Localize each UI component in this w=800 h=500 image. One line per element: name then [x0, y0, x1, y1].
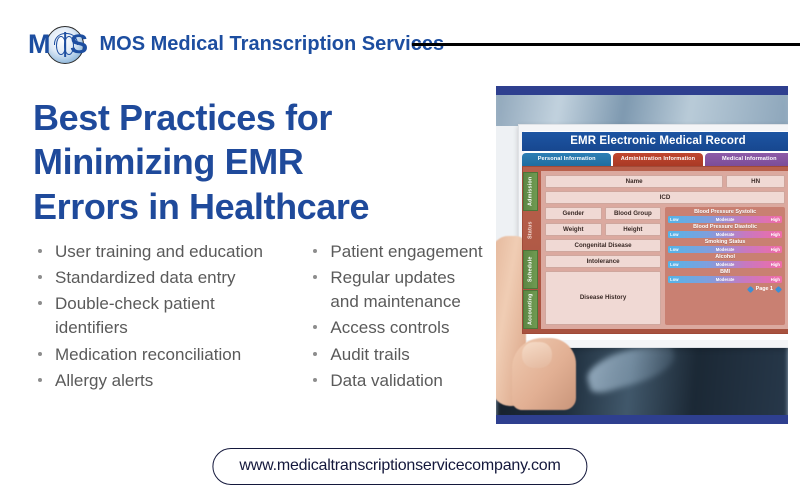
field-hn[interactable]: HN	[726, 175, 785, 188]
emr-tab-bar: Personal Information Administration Info…	[522, 153, 788, 166]
scale-low: Low	[670, 247, 679, 252]
website-url-pill[interactable]: www.medicaltranscriptionservicecompany.c…	[212, 448, 588, 485]
field-disease-history[interactable]: Disease History	[545, 271, 662, 325]
slider-bp-diastolic[interactable]: Low Moderate High	[668, 231, 782, 238]
scale-moderate: Moderate	[715, 277, 735, 282]
field-intolerance[interactable]: Intolerance	[545, 255, 662, 268]
emr-side-tab-bar: Admission Status Schedule Accounting	[523, 171, 538, 329]
gender-bloodgroup-row: Gender Blood Group	[545, 207, 662, 220]
list-item: Audit trails	[308, 343, 488, 367]
prev-page-icon[interactable]	[746, 285, 754, 293]
emr-application: EMR Electronic Medical Record Personal I…	[522, 132, 788, 336]
title-line-2: Minimizing EMR	[33, 141, 304, 183]
slider-label: Blood Pressure Diastolic	[693, 224, 757, 230]
tab-personal-information[interactable]: Personal Information	[522, 153, 612, 166]
slider-group-smoking: Smoking Status Low Moderate High	[668, 239, 782, 253]
logo-mark: M S	[28, 25, 88, 64]
scale-high: High	[770, 217, 780, 222]
slider-label: Blood Pressure Systolic	[694, 209, 757, 215]
weight-height-row: Weight Height	[545, 223, 662, 236]
list-item: Standardized data entry	[33, 266, 290, 290]
list-item: Medication reconciliation	[33, 343, 290, 367]
bullet-list-right: Patient engagement Regular updates and m…	[308, 240, 488, 393]
logo-letter-s: S	[70, 28, 88, 59]
scale-high: High	[770, 247, 780, 252]
title-line-3: Errors in Healthcare	[33, 185, 370, 227]
side-tab-accounting[interactable]: Accounting	[523, 290, 538, 329]
slider-label: Smoking Status	[704, 239, 746, 245]
photo-top-border	[496, 86, 788, 95]
photo-bottom-border	[496, 415, 788, 424]
tab-medical-information[interactable]: Medical Information	[704, 153, 788, 166]
logo-letter-m: M	[28, 28, 51, 59]
scale-low: Low	[670, 262, 679, 267]
slider-group-bp-systolic: Blood Pressure Systolic Low Moderate Hig…	[668, 209, 782, 223]
field-gender[interactable]: Gender	[545, 207, 602, 220]
page-number: Page 1	[755, 286, 773, 292]
emr-clinical-fields: Gender Blood Group Weight Height Congeni…	[545, 207, 662, 325]
header-divider	[412, 43, 800, 46]
list-item: Regular updates and maintenance	[308, 266, 488, 314]
list-item: Double-check patient identifiers	[33, 292, 290, 340]
bullet-list-left: User training and education Standardized…	[33, 240, 290, 393]
scale-low: Low	[670, 217, 679, 222]
emr-tablet-photo: EMR Electronic Medical Record Personal I…	[496, 86, 788, 424]
brand-name: MOS Medical Transcription Services	[99, 33, 445, 55]
emr-risk-sliders: Blood Pressure Systolic Low Moderate Hig…	[665, 207, 785, 325]
slider-group-bp-diastolic: Blood Pressure Diastolic Low Moderate Hi…	[668, 224, 782, 238]
thumbnail	[522, 342, 552, 368]
slider-group-bmi: BMI Low Moderate High	[668, 269, 782, 283]
list-item: User training and education	[33, 240, 290, 264]
emr-form-panel: Name HN ICD Gender Blood Group Weight He…	[541, 171, 788, 329]
tab-administration-information[interactable]: Administration Information	[613, 153, 703, 166]
scale-low: Low	[670, 232, 679, 237]
field-height[interactable]: Height	[604, 223, 662, 236]
emr-header-title: EMR Electronic Medical Record	[522, 132, 788, 151]
bullet-column-right: Patient engagement Regular updates and m…	[308, 240, 488, 395]
slider-bmi[interactable]: Low Moderate High	[668, 276, 782, 283]
field-name[interactable]: Name	[545, 175, 724, 188]
scale-high: High	[770, 232, 780, 237]
slider-label: BMI	[720, 269, 731, 275]
slider-group-alcohol: Alcohol Low Moderate High	[668, 254, 782, 268]
side-tab-schedule[interactable]: Schedule	[523, 250, 538, 289]
slider-label: Alcohol	[715, 254, 735, 260]
bullet-column-left: User training and education Standardized…	[33, 240, 290, 395]
best-practices-lists: User training and education Standardized…	[33, 240, 488, 395]
side-tab-status[interactable]: Status	[523, 212, 538, 249]
list-item: Access controls	[308, 316, 488, 340]
list-item: Allergy alerts	[33, 369, 290, 393]
side-tab-admission[interactable]: Admission	[523, 172, 538, 211]
scale-low: Low	[670, 277, 679, 282]
field-congenital-disease[interactable]: Congenital Disease	[545, 239, 662, 252]
brand-logo[interactable]: M S MOS Medical Transcription Services	[28, 25, 445, 64]
slider-alcohol[interactable]: Low Moderate High	[668, 261, 782, 268]
scale-moderate: Moderate	[715, 247, 735, 252]
page-title: Best Practices for Minimizing EMR Errors…	[33, 96, 483, 229]
emr-pager: Page 1	[668, 285, 783, 293]
scale-high: High	[770, 277, 780, 282]
scale-moderate: Moderate	[715, 232, 735, 237]
page-header: M S MOS Medical Transcription Services	[0, 0, 800, 70]
field-weight[interactable]: Weight	[545, 223, 602, 236]
field-icd[interactable]: ICD	[545, 191, 785, 204]
list-item: Data validation	[308, 369, 488, 393]
list-item: Patient engagement	[308, 240, 488, 264]
title-line-1: Best Practices for	[33, 97, 332, 138]
field-blood-group[interactable]: Blood Group	[604, 207, 662, 220]
slider-smoking-status[interactable]: Low Moderate High	[668, 246, 782, 253]
emr-body: Admission Status Schedule Accounting Nam…	[522, 166, 788, 334]
name-row: Name HN	[545, 175, 785, 188]
scale-moderate: Moderate	[715, 262, 735, 267]
scale-moderate: Moderate	[715, 217, 735, 222]
next-page-icon[interactable]	[774, 285, 783, 293]
emr-lower-section: Gender Blood Group Weight Height Congeni…	[545, 207, 785, 325]
slider-bp-systolic[interactable]: Low Moderate High	[668, 216, 782, 223]
scale-high: High	[770, 262, 780, 267]
